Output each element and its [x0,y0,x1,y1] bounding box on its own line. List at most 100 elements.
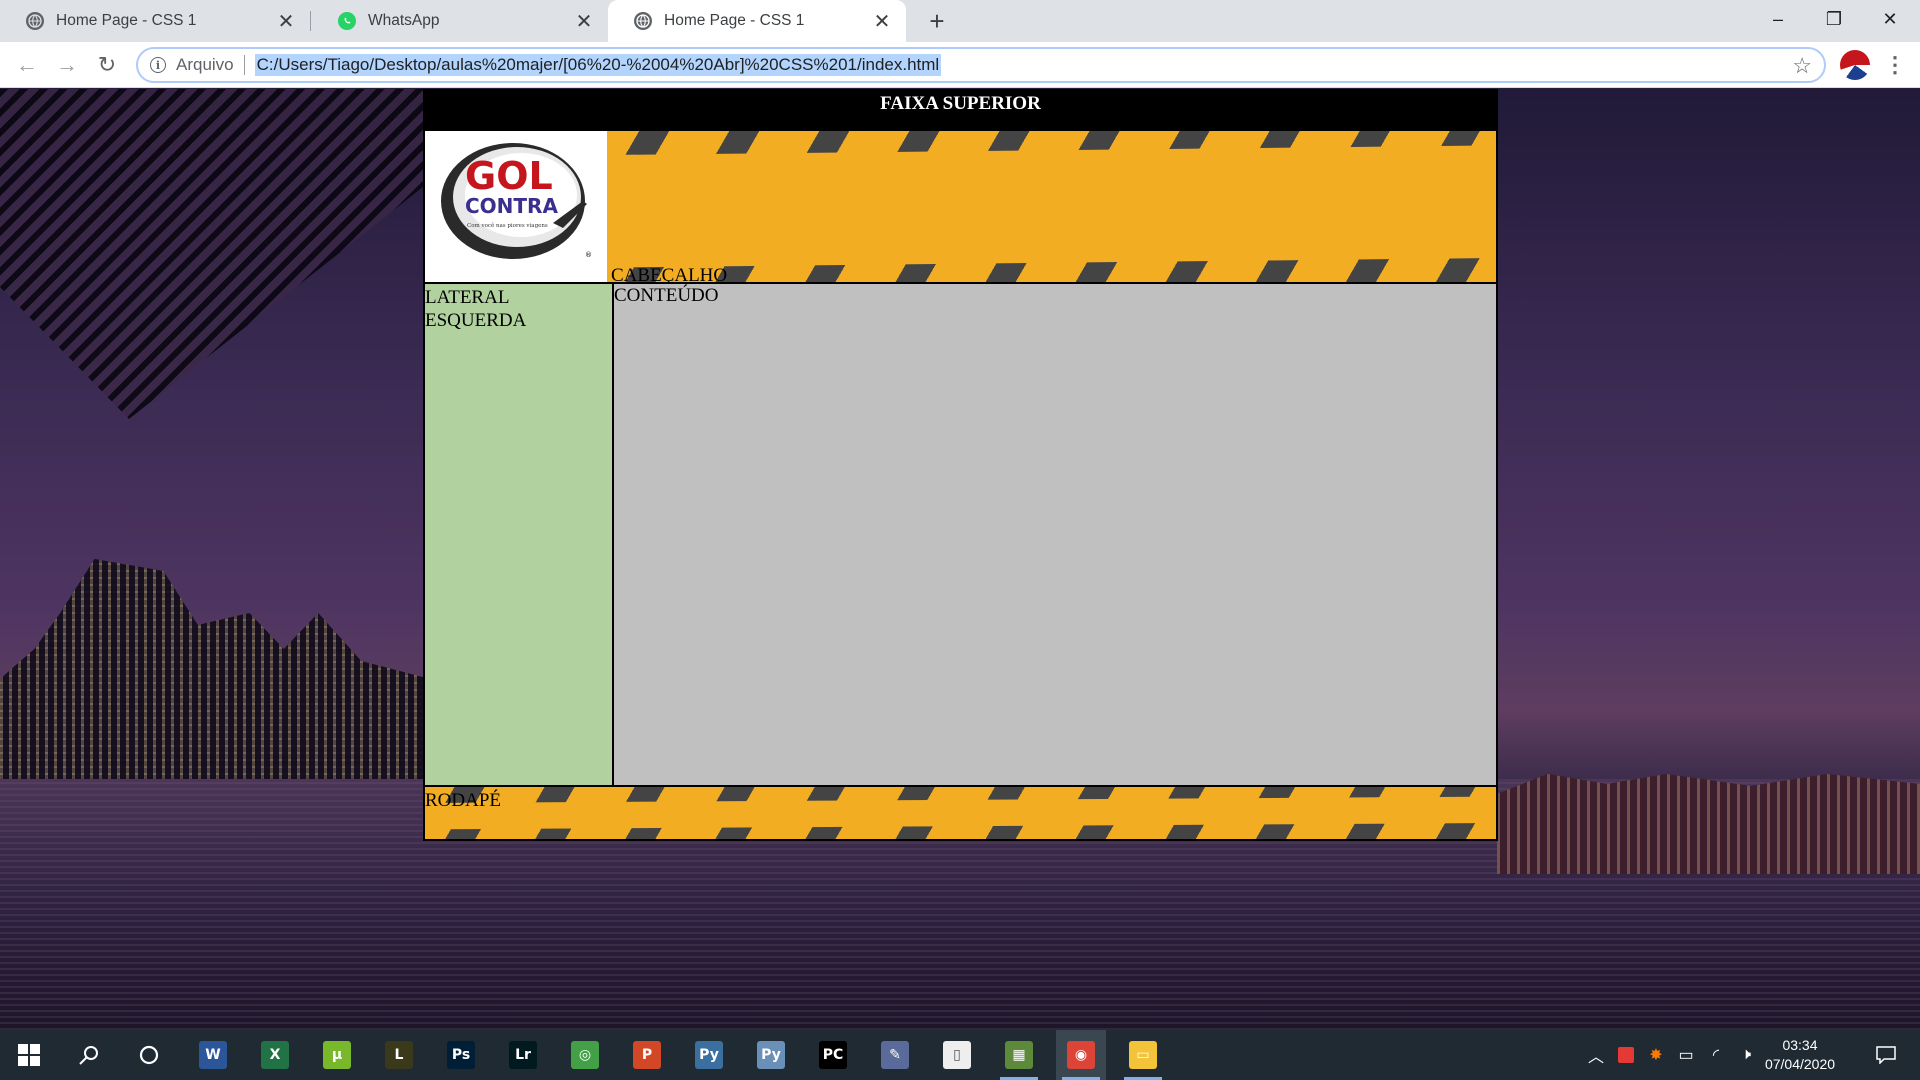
url-text[interactable]: C:/Users/Tiago/Desktop/aulas%20majer/[06… [254,54,942,76]
battery-icon: ▭ [1678,1047,1694,1064]
profile-avatar[interactable] [1840,50,1870,80]
close-window-button[interactable]: ✕ [1862,0,1918,38]
red-app-icon [1618,1047,1634,1063]
speaker-icon: 🕨 [1740,1046,1752,1063]
tab-title: Home Page - CSS 1 [56,12,197,29]
lightroom-icon: Lr [509,1041,537,1069]
taskbar-chrome-button[interactable]: ◉ [1056,1030,1106,1080]
menu-button[interactable]: ⋮ [1880,50,1910,80]
taskbar-python-button[interactable]: Py [684,1030,734,1080]
taskbar-razer-button[interactable]: ◎ [560,1030,610,1080]
forward-button[interactable]: → [52,50,82,80]
editor-icon: ✎ [881,1041,909,1069]
taskbar-minecraft-button[interactable]: ▦ [994,1030,1044,1080]
volume-button[interactable]: 🕨 [1734,1030,1758,1080]
wallpaper-bridge [0,89,430,419]
web-page: FAIXA SUPERIOR GOL CONTRA Com você nas p… [423,89,1498,841]
browser-viewport: FAIXA SUPERIOR GOL CONTRA Com você nas p… [0,89,1920,1030]
windows-icon [18,1044,40,1066]
logo-word-contra: CONTRA [465,194,558,218]
wallpaper-city-right [1497,774,1920,874]
excel-icon: X [261,1041,289,1069]
python-icon: Py [695,1041,723,1069]
tab-title: WhatsApp [368,12,440,29]
tray-app-icon[interactable] [1614,1030,1638,1080]
taskbar-pycharm-button[interactable]: PC [808,1030,858,1080]
action-center-button[interactable] [1866,1030,1906,1080]
wifi-button[interactable]: ◜ [1704,1030,1728,1080]
logo-word-gol: GOL [465,154,553,198]
windows-taskbar: W Xµ L Ps Lr ◎ P Py Py PC ✎ ▯ ▦ ◉ ▭ ︿ ✸ ▭ ◜ 🕨 03:34 07… [0,1030,1920,1080]
gol-contra-logo: GOL CONTRA Com você nas piores viagens ® [425,131,607,282]
close-icon[interactable]: ✕ [872,11,892,33]
hazard-stripes-top [425,787,1496,803]
system-clock[interactable]: 03:34 07/04/2020 [1760,1036,1840,1074]
taskbar-word-button[interactable]: W [188,1030,238,1080]
battery-button[interactable]: ▭ [1674,1030,1698,1080]
taskbar-python-file-button[interactable]: Py [746,1030,796,1080]
cortana-button[interactable] [124,1030,174,1080]
tab-separator [310,11,311,31]
taskbar-lightroom-button[interactable]: Lr [498,1030,548,1080]
hazard-stripes-top [607,131,1496,155]
taskbar-file-explorer-button[interactable]: ▭ [1118,1030,1168,1080]
lightroom-lite-icon: L [385,1041,413,1069]
logo-graphic: GOL CONTRA Com você nas piores viagens ® [441,143,592,259]
globe-icon [634,12,652,30]
rodape-label: RODAPÉ [425,790,502,811]
info-icon[interactable]: i [150,57,166,73]
minimize-button[interactable]: – [1750,0,1806,38]
cabecalho: CABEÇALHO [607,131,1496,282]
minecraft-icon: ▦ [1005,1041,1033,1069]
chevron-up-icon: ︿ [1587,1049,1604,1066]
hazard-stripes-bottom [425,823,1496,839]
kebab-menu-icon: ⋮ [1884,52,1906,77]
logo-tagline: Com você nas piores viagens [467,222,548,229]
taskbar-lightroom-lite-button[interactable]: L [374,1030,424,1080]
divider [243,55,245,75]
back-button[interactable]: ← [12,50,42,80]
taskbar-excel-button[interactable]: X [250,1030,300,1080]
razer-icon: ◎ [571,1041,599,1069]
rodape: RODAPÉ [423,787,1498,841]
taskbar-notepad-button[interactable]: ▯ [932,1030,982,1080]
address-bar[interactable]: i Arquivo C:/Users/Tiago/Desktop/aulas%2… [136,47,1826,83]
star-icon[interactable]: ☆ [1792,53,1812,79]
file-explorer-icon: ▭ [1129,1041,1157,1069]
avast-tray-button[interactable]: ✸ [1644,1030,1668,1080]
tab-strip: Home Page - CSS 1 ✕ WhatsApp ✕ Home Page… [0,0,1920,42]
clock-date: 07/04/2020 [1764,1056,1836,1072]
restore-button[interactable]: ❐ [1806,0,1862,38]
taskbar-editor-button[interactable]: ✎ [870,1030,920,1080]
new-tab-button[interactable]: + [922,6,952,36]
close-icon[interactable]: ✕ [574,11,594,33]
powerpoint-icon: P [633,1041,661,1069]
search-button[interactable] [64,1030,114,1080]
tab-home-page-active[interactable]: Home Page - CSS 1 ✕ [608,0,906,42]
taskbar-powerpoint-button[interactable]: P [622,1030,672,1080]
python-file-icon: Py [757,1041,785,1069]
whatsapp-icon [338,12,356,30]
wifi-icon: ◜ [1712,1047,1720,1064]
close-icon[interactable]: ✕ [276,11,296,33]
arrow-right-icon: → [56,52,78,77]
tab-home-page-1[interactable]: Home Page - CSS 1 ✕ [0,0,310,42]
notepad-icon: ▯ [943,1041,971,1069]
browser-toolbar: ← → ↻ i Arquivo C:/Users/Tiago/Desktop/a… [0,42,1920,88]
chrome-icon: ◉ [1067,1041,1095,1069]
reload-icon: ↻ [97,52,117,77]
tab-whatsapp[interactable]: WhatsApp ✕ [312,0,608,42]
reload-button[interactable]: ↻ [92,50,122,80]
word-icon: W [199,1041,227,1069]
faixa-superior: FAIXA SUPERIOR [423,89,1498,131]
start-button[interactable] [4,1030,54,1080]
tab-title: Home Page - CSS 1 [664,12,805,29]
arrow-left-icon: ← [16,52,38,77]
show-hidden-icons-button[interactable]: ︿ [1584,1030,1608,1080]
notification-icon [1876,1046,1896,1064]
hazard-stripes-bottom [607,258,1496,282]
taskbar-utorrent-button[interactable]: µ [312,1030,362,1080]
photoshop-icon: Ps [447,1041,475,1069]
lateral-esquerda: LATERAL ESQUERDA [425,284,614,785]
taskbar-photoshop-button[interactable]: Ps [436,1030,486,1080]
